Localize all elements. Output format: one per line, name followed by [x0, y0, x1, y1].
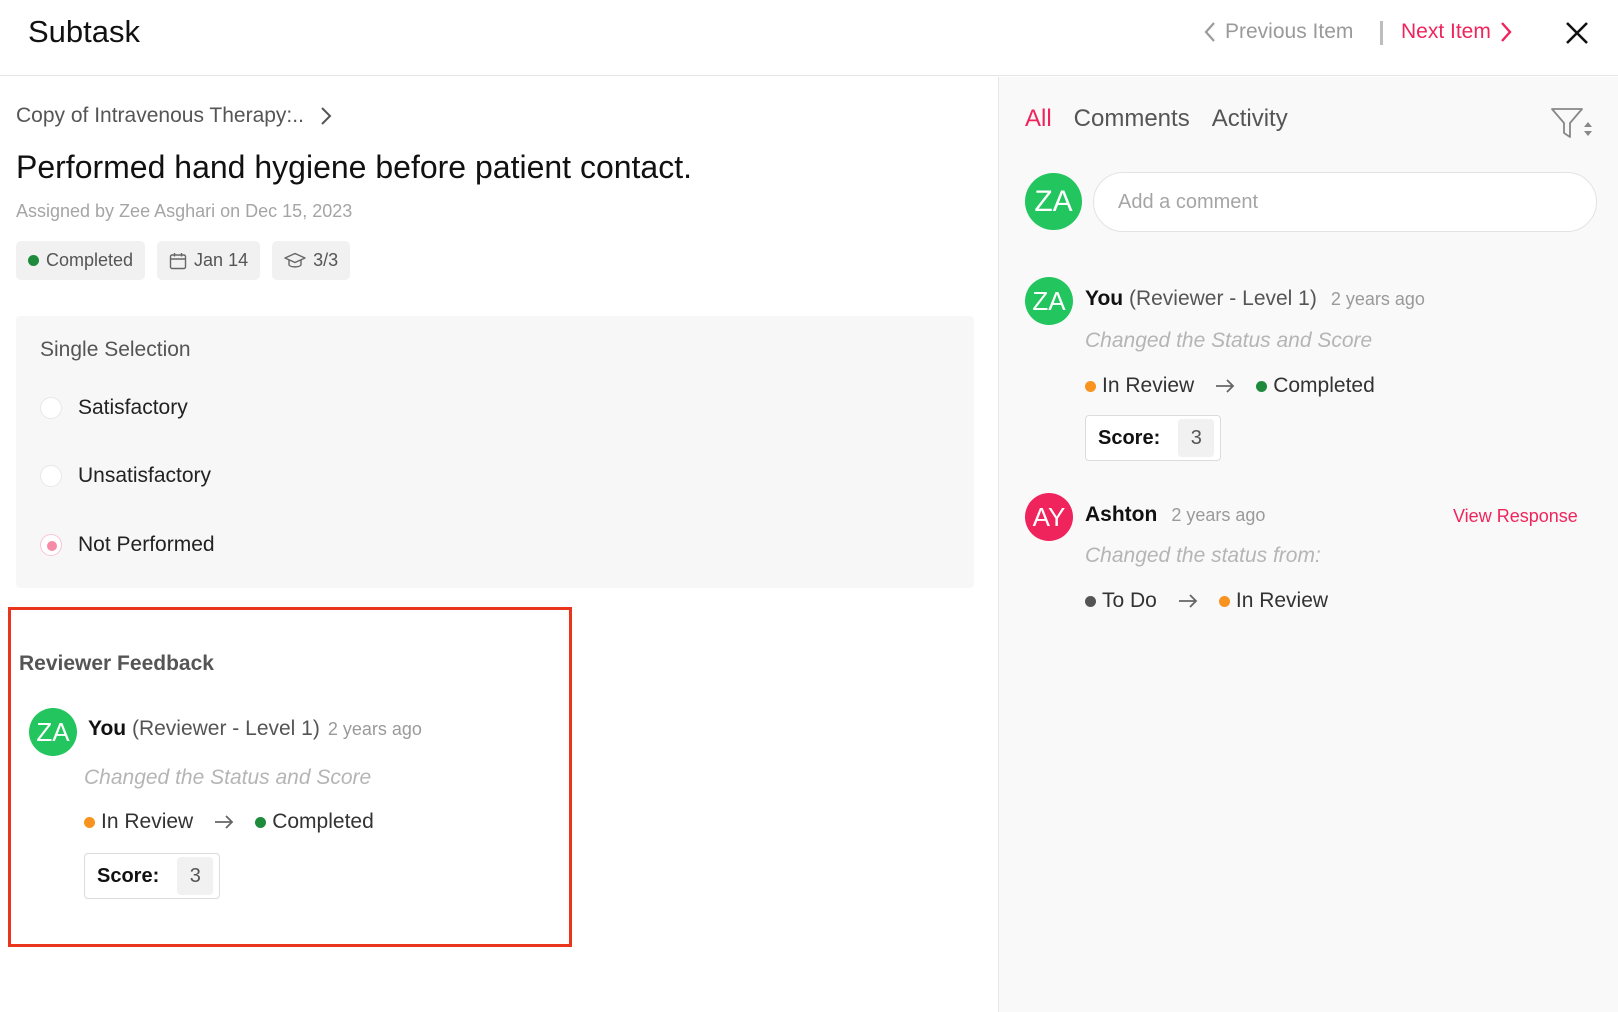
tab-comments[interactable]: Comments [1074, 105, 1190, 133]
radio-button[interactable] [40, 465, 62, 487]
breadcrumb[interactable]: Copy of Intravenous Therapy:.. [16, 104, 332, 128]
reviewer-feedback-section: Reviewer Feedback ZA You (Reviewer - Lev… [8, 607, 572, 947]
chevron-right-icon [1500, 22, 1512, 42]
activity-tabs: All Comments Activity [1025, 105, 1288, 133]
task-title: Performed hand hygiene before patient co… [16, 149, 692, 185]
entry-role: (Reviewer - Level 1) [1128, 287, 1317, 310]
reviewer-feedback-title: Reviewer Feedback [19, 652, 214, 675]
from-status: In Review [101, 810, 194, 833]
avatar: AY [1025, 493, 1073, 541]
next-item-label: Next Item [1401, 20, 1491, 43]
arrow-right-icon [1178, 594, 1198, 608]
activity-entry-header: Ashton 2 years ago [1085, 503, 1265, 527]
status-dot [255, 816, 267, 828]
status-badge: Completed [16, 241, 146, 280]
due-date-label: Jan 14 [194, 250, 249, 270]
feedback-header: You (Reviewer - Level 1) 2 years ago [88, 717, 422, 741]
status-label: Completed [46, 250, 134, 270]
status-dot [1085, 595, 1096, 607]
entry-author: You [1085, 287, 1124, 310]
avatar: ZA [29, 708, 77, 756]
calendar-icon [169, 252, 187, 269]
feedback-action: Changed the Status and Score [84, 766, 372, 789]
entry-action: Changed the status from: [1085, 544, 1321, 567]
reviewer-role: (Reviewer - Level 1) [131, 717, 320, 740]
status-dot [1085, 380, 1096, 392]
header: Subtask Previous Item Next Item [0, 0, 1618, 76]
option-satisfactory[interactable]: Satisfactory [40, 396, 188, 420]
reviewer-name: You [88, 717, 127, 740]
score-badge: 3/3 [272, 241, 351, 280]
entry-time: 2 years ago [1330, 289, 1425, 309]
status-dot [28, 255, 39, 266]
status-dot [1256, 380, 1268, 392]
comment-input[interactable] [1093, 172, 1597, 232]
to-status: Completed [272, 810, 374, 833]
arrow-right-icon [1216, 379, 1235, 393]
status-change-row: In Review Completed [1085, 374, 1375, 398]
graduation-cap-icon [284, 252, 306, 268]
view-response-link[interactable]: View Response [1453, 506, 1578, 527]
feedback-time: 2 years ago [327, 719, 422, 739]
close-icon[interactable] [1562, 18, 1592, 48]
assigned-info: Assigned by Zee Asghari on Dec 15, 2023 [16, 201, 352, 222]
to-status: Completed [1273, 374, 1375, 397]
due-date-badge: Jan 14 [157, 241, 261, 280]
arrow-right-icon [215, 815, 234, 829]
score-box: Score: 3 [84, 853, 221, 899]
page-title: Subtask [28, 14, 141, 49]
to-status: In Review [1235, 589, 1329, 612]
activity-entry-header: You (Reviewer - Level 1) 2 years ago [1085, 287, 1425, 311]
breadcrumb-label: Copy of Intravenous Therapy:.. [16, 104, 304, 127]
score-value: 3 [177, 857, 214, 895]
score-chip-label: 3/3 [313, 250, 339, 270]
from-status: To Do [1102, 589, 1157, 612]
option-not-performed[interactable]: Not Performed [40, 533, 215, 557]
status-change-row: To Do In Review [1085, 589, 1328, 613]
status-dot [84, 816, 95, 828]
score-box: Score: 3 [1085, 415, 1222, 461]
radio-button-selected[interactable] [40, 534, 62, 556]
score-label: Score: [1098, 426, 1161, 449]
activity-pane: All Comments Activity ZA ZA You (Reviewe… [998, 77, 1618, 1012]
chevron-right-icon [321, 107, 332, 125]
avatar: ZA [1025, 277, 1073, 325]
option-label: Satisfactory [78, 396, 188, 419]
option-label: Not Performed [78, 533, 215, 556]
my-avatar: ZA [1025, 173, 1082, 230]
status-dot [1218, 595, 1230, 607]
previous-item-label: Previous Item [1225, 20, 1354, 43]
assigned-date: Dec 15, 2023 [245, 201, 353, 221]
chevron-left-icon [1204, 22, 1215, 42]
entry-author: Ashton [1085, 503, 1158, 526]
radio-button[interactable] [40, 397, 62, 419]
entry-time: 2 years ago [1171, 505, 1266, 525]
task-chips: Completed Jan 14 3/3 [16, 241, 351, 280]
tab-all[interactable]: All [1025, 105, 1052, 133]
next-item-button[interactable]: Next Item [1401, 20, 1513, 44]
filter-icon[interactable] [1550, 105, 1596, 143]
from-status: In Review [1102, 374, 1195, 397]
assigned-by: Assigned by Zee Asghari on [16, 201, 241, 221]
entry-action: Changed the Status and Score [1085, 329, 1373, 352]
option-unsatisfactory[interactable]: Unsatisfactory [40, 464, 211, 488]
selection-title: Single Selection [40, 338, 191, 361]
status-change-row: In Review Completed [84, 810, 374, 834]
single-selection-panel: Single Selection Satisfactory Unsatisfac… [16, 316, 974, 588]
nav-divider [1380, 21, 1383, 45]
score-value: 3 [1178, 419, 1215, 457]
option-label: Unsatisfactory [78, 464, 212, 487]
score-label: Score: [97, 864, 160, 887]
task-detail-pane: Copy of Intravenous Therapy:.. Performed… [0, 77, 998, 1012]
tab-activity[interactable]: Activity [1212, 105, 1288, 133]
previous-item-button[interactable]: Previous Item [1203, 20, 1353, 44]
